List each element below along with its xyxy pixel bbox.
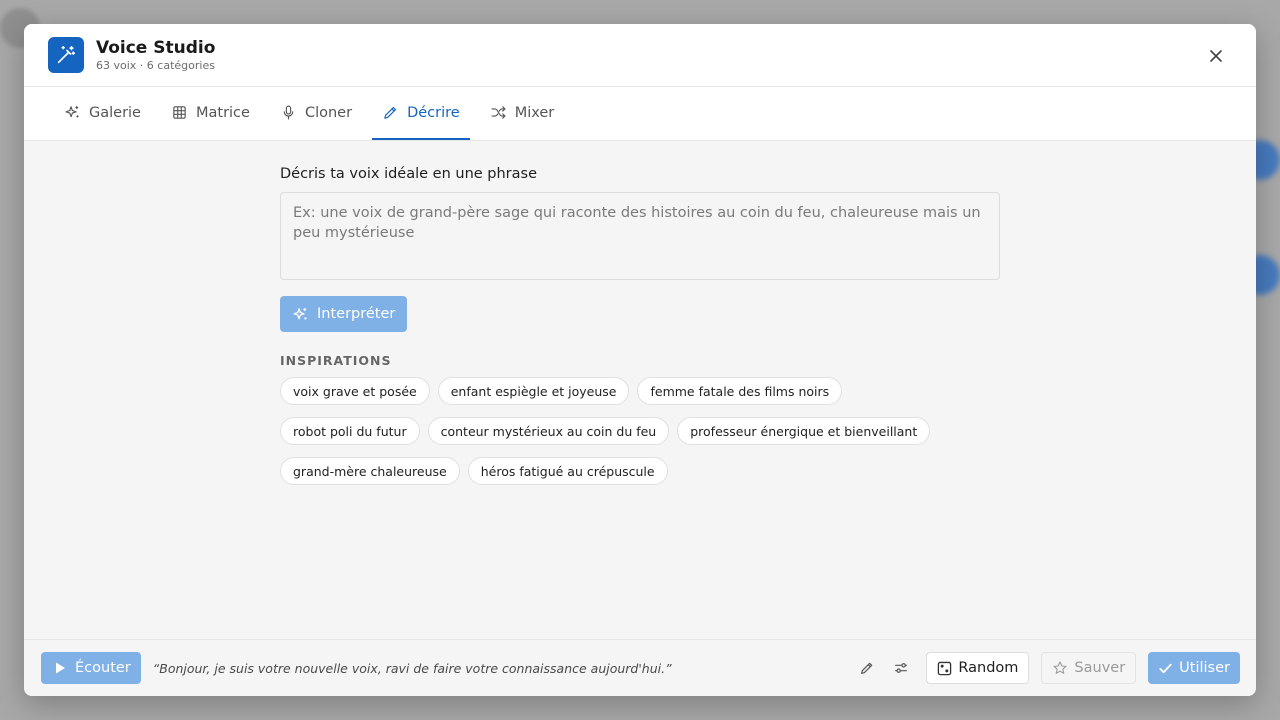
tab-bar: Galerie Matrice Cloner Décrire Mixer — [24, 87, 1256, 141]
play-icon — [56, 662, 65, 674]
inspiration-chip[interactable]: enfant espiègle et joyeuse — [437, 377, 630, 405]
star-icon — [1053, 661, 1067, 674]
tab-decrire[interactable]: Décrire — [372, 87, 470, 140]
tab-label: Mixer — [514, 104, 555, 121]
settings-button[interactable] — [888, 655, 914, 681]
describe-panel: Décris ta voix idéale en une phrase Inte… — [280, 166, 1000, 485]
tab-matrice[interactable]: Matrice — [161, 87, 260, 140]
interpret-button[interactable]: Interpréter — [280, 296, 408, 332]
sparkles-icon — [65, 106, 79, 118]
sliders-icon — [895, 663, 908, 673]
inspiration-chip[interactable]: conteur mystérieux au coin du feu — [427, 417, 670, 445]
voice-description-input[interactable] — [280, 192, 1000, 280]
interpret-label: Interpréter — [317, 306, 396, 322]
sample-text: “Bonjour, je suis votre nouvelle voix, r… — [152, 660, 672, 676]
listen-button[interactable]: Écouter — [41, 652, 141, 684]
header-text: Voice Studio 63 voix · 6 catégories — [96, 38, 215, 72]
save-label: Sauver — [1074, 660, 1126, 676]
inspiration-chip[interactable]: voix grave et posée — [280, 377, 430, 405]
dialog-subtitle: 63 voix · 6 catégories — [96, 59, 215, 72]
dialog-footer: Écouter “Bonjour, je suis votre nouvelle… — [24, 639, 1256, 696]
dialog-title: Voice Studio — [96, 38, 216, 58]
dialog-header: Voice Studio 63 voix · 6 catégories — [24, 24, 1256, 87]
dice-icon — [938, 661, 952, 675]
close-icon — [1210, 50, 1222, 62]
listen-label: Écouter — [75, 660, 131, 676]
tab-label: Matrice — [195, 104, 250, 121]
use-button[interactable]: Utiliser — [1148, 652, 1240, 684]
inspiration-chip[interactable]: femme fatale des films noirs — [637, 377, 843, 405]
inspirations-title: INSPIRATIONS — [280, 353, 392, 368]
tab-label: Cloner — [304, 104, 353, 121]
inspiration-chip[interactable]: robot poli du futur — [280, 417, 420, 445]
inspirations-list: voix grave et posée enfant espiègle et j… — [280, 377, 980, 485]
inspiration-chip[interactable]: professeur énergique et bienveillant — [677, 417, 931, 445]
use-label: Utiliser — [1179, 660, 1230, 676]
edit-sample-button[interactable] — [854, 655, 880, 681]
inspiration-chip[interactable]: grand-mère chaleureuse — [280, 457, 460, 485]
tab-label: Galerie — [89, 104, 141, 121]
magic-wand-icon — [48, 37, 84, 73]
close-button[interactable] — [1204, 44, 1228, 68]
grid-icon — [173, 106, 186, 119]
pencil-icon — [384, 106, 397, 119]
random-label: Random — [958, 660, 1019, 676]
tab-cloner[interactable]: Cloner — [270, 87, 362, 140]
check-icon — [1159, 663, 1172, 673]
inspiration-chip[interactable]: héros fatigué au crépuscule — [467, 457, 668, 485]
save-button[interactable]: Sauver — [1041, 652, 1137, 684]
voice-studio-dialog: Voice Studio 63 voix · 6 catégories Gale… — [24, 24, 1256, 696]
tab-label: Décrire — [407, 104, 460, 121]
sparkles-icon — [293, 307, 307, 319]
prompt-label: Décris ta voix idéale en une phrase — [280, 166, 538, 182]
microphone-icon — [283, 105, 294, 120]
shuffle-icon — [491, 106, 506, 119]
tab-mixer[interactable]: Mixer — [480, 87, 565, 140]
tab-galerie[interactable]: Galerie — [54, 87, 151, 140]
pencil-icon — [861, 662, 873, 674]
random-button[interactable]: Random — [926, 652, 1030, 684]
